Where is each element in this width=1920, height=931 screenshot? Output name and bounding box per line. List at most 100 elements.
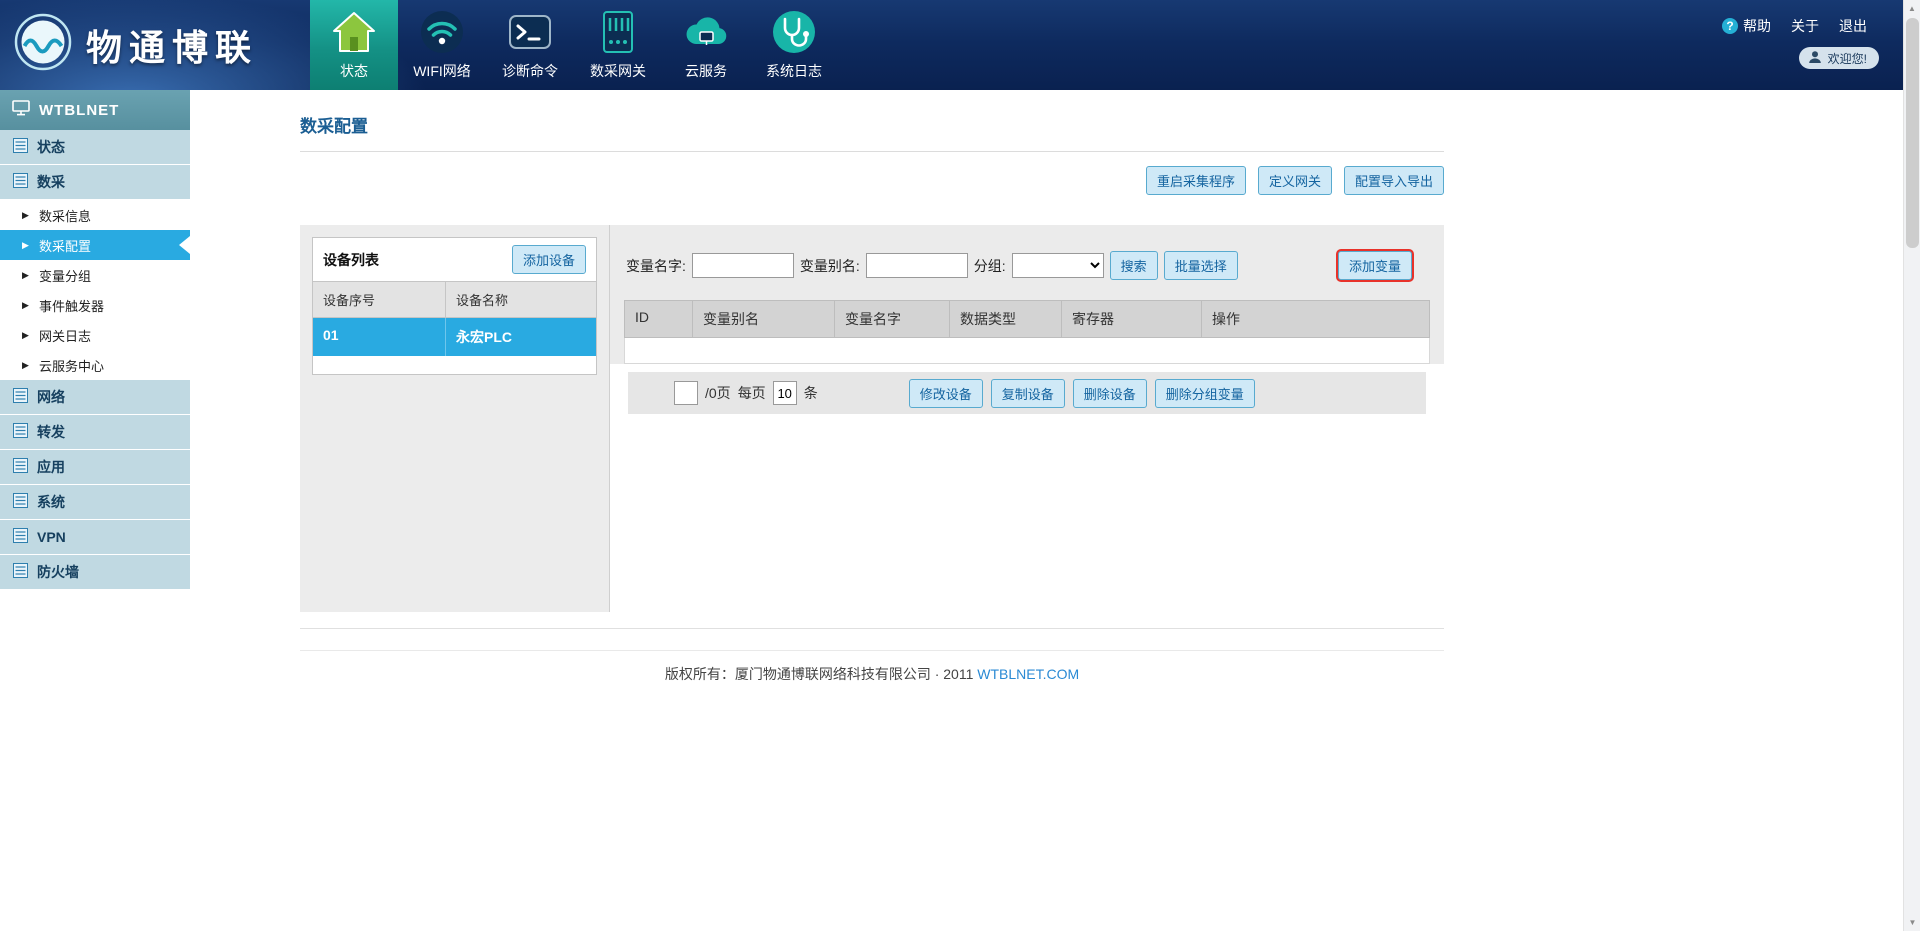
list-icon <box>13 388 28 406</box>
title-divider <box>300 151 1444 152</box>
help-link[interactable]: ? 帮助 <box>1722 16 1771 36</box>
tab-label: 诊断命令 <box>502 61 558 81</box>
tab-label: 状态 <box>340 61 368 81</box>
list-icon <box>13 138 28 156</box>
sidebar-item-firewall[interactable]: 防火墙 <box>0 555 190 590</box>
add-device-button[interactable]: 添加设备 <box>512 245 586 274</box>
cloud-icon <box>683 9 729 55</box>
device-list-panel: 设备列表 添加设备 设备序号 设备名称 01 永宏PLC <box>300 225 610 612</box>
list-icon <box>13 493 28 511</box>
copy-device-button[interactable]: 复制设备 <box>991 379 1065 408</box>
batch-select-button[interactable]: 批量选择 <box>1164 251 1238 280</box>
tab-status[interactable]: 状态 <box>310 0 398 90</box>
sidebar-item-label: 网关日志 <box>39 326 91 345</box>
device-col-serial: 设备序号 <box>313 282 446 317</box>
help-icon: ? <box>1722 18 1738 34</box>
page-scrollbar[interactable] <box>1903 0 1920 931</box>
logout-label: 退出 <box>1839 16 1867 36</box>
delete-device-button[interactable]: 删除设备 <box>1073 379 1147 408</box>
search-button[interactable]: 搜索 <box>1110 251 1158 280</box>
tab-system-log[interactable]: 系统日志 <box>750 0 838 90</box>
scrollbar-up-icon[interactable] <box>1904 0 1920 17</box>
page-input[interactable] <box>674 381 698 405</box>
sidebar-title: WTBLNET <box>39 102 119 119</box>
sidebar-item-variable-group[interactable]: 变量分组 <box>0 260 190 290</box>
config-import-export-button[interactable]: 配置导入导出 <box>1344 166 1444 195</box>
add-variable-button[interactable]: 添加变量 <box>1338 251 1412 280</box>
device-card-footer <box>313 356 596 374</box>
list-icon <box>13 423 28 441</box>
device-table-header: 设备序号 设备名称 <box>313 281 596 318</box>
sidebar-item-system[interactable]: 系统 <box>0 485 190 520</box>
tab-data-gateway[interactable]: 数采网关 <box>574 0 662 90</box>
tab-wifi-network[interactable]: WIFI网络 <box>398 0 486 90</box>
device-action-buttons: 修改设备 复制设备 删除设备 删除分组变量 <box>909 379 1255 408</box>
triangle-icon <box>22 300 32 311</box>
logo-globe-icon <box>14 13 72 76</box>
home-icon <box>331 9 377 55</box>
variables-table: ID 变量别名 变量名字 数据类型 寄存器 操作 <box>624 300 1430 364</box>
variables-search-row: 变量名字: 变量别名: 分组: 搜索 批量选择 添加变量 <box>610 251 1444 300</box>
about-label: 关于 <box>1791 16 1819 36</box>
sidebar-item-label: 转发 <box>37 422 65 442</box>
brand-logo: 物通博联 <box>14 13 258 76</box>
variables-search-block: 变量名字: 变量别名: 分组: 搜索 批量选择 添加变量 ID 变量别名 <box>610 225 1444 364</box>
footer-site-link[interactable]: WTBLNET.COM <box>977 666 1079 682</box>
sidebar-item-label: 网络 <box>37 387 65 407</box>
delete-group-vars-button[interactable]: 删除分组变量 <box>1155 379 1255 408</box>
define-gateway-button[interactable]: 定义网关 <box>1258 166 1332 195</box>
sidebar-item-label: 事件触发器 <box>39 296 104 315</box>
triangle-icon <box>22 270 32 281</box>
top-navigation: 状态 WIFI网络 诊断命令 <box>310 0 838 90</box>
sidebar-item-vpn[interactable]: VPN <box>0 520 190 555</box>
var-name-label: 变量名字: <box>626 256 686 276</box>
var-alias-input[interactable] <box>866 253 968 278</box>
group-select[interactable] <box>1012 253 1104 278</box>
gateway-server-icon <box>595 9 641 55</box>
tab-cloud-service[interactable]: 云服务 <box>662 0 750 90</box>
sidebar-item-data-acquisition[interactable]: 数采 <box>0 165 190 200</box>
sidebar-item-application[interactable]: 应用 <box>0 450 190 485</box>
sidebar-item-da-config[interactable]: 数采配置 <box>0 230 190 260</box>
scrollbar-thumb[interactable] <box>1906 18 1919 248</box>
var-name-input[interactable] <box>692 253 794 278</box>
sidebar-item-label: 状态 <box>37 137 65 157</box>
sidebar-item-gateway-log[interactable]: 网关日志 <box>0 320 190 350</box>
sidebar-item-label: 数采信息 <box>39 206 91 225</box>
sidebar-item-da-info[interactable]: 数采信息 <box>0 200 190 230</box>
sidebar-item-event-trigger[interactable]: 事件触发器 <box>0 290 190 320</box>
scrollbar-down-icon[interactable] <box>1904 914 1920 931</box>
sidebar: WTBLNET 状态 数采 数采信息 数采配置 变量分组 事件触发器 网关日志 … <box>0 90 190 931</box>
device-row[interactable]: 01 永宏PLC <box>313 318 596 356</box>
welcome-text: 欢迎您! <box>1828 50 1867 67</box>
sidebar-item-label: VPN <box>37 529 66 545</box>
sidebar-header: WTBLNET <box>0 90 190 130</box>
var-alias-label: 变量别名: <box>800 256 860 276</box>
per-page-input[interactable] <box>773 381 797 405</box>
modify-device-button[interactable]: 修改设备 <box>909 379 983 408</box>
help-label: 帮助 <box>1743 16 1771 36</box>
tab-diagnostic-command[interactable]: 诊断命令 <box>486 0 574 90</box>
tab-label: 系统日志 <box>766 61 822 81</box>
col-actions: 操作 <box>1202 301 1429 337</box>
sidebar-item-status[interactable]: 状态 <box>0 130 190 165</box>
sidebar-item-label: 变量分组 <box>39 266 91 285</box>
terminal-icon <box>507 9 553 55</box>
variables-panel: 变量名字: 变量别名: 分组: 搜索 批量选择 添加变量 ID 变量别名 <box>610 225 1444 612</box>
sidebar-item-label: 防火墙 <box>37 562 79 582</box>
copyright-text: 版权所有：厦门物通博联网络科技有限公司 · 2011 <box>665 666 974 682</box>
sidebar-item-forwarding[interactable]: 转发 <box>0 415 190 450</box>
sidebar-item-label: 应用 <box>37 457 65 477</box>
about-link[interactable]: 关于 <box>1791 16 1819 36</box>
sidebar-item-cloud-service-center[interactable]: 云服务中心 <box>0 350 190 380</box>
page-toolbar: 重启采集程序 定义网关 配置导入导出 <box>300 166 1444 195</box>
list-icon <box>13 528 28 546</box>
device-card: 设备列表 添加设备 设备序号 设备名称 01 永宏PLC <box>312 237 597 375</box>
welcome-badge[interactable]: 欢迎您! <box>1799 47 1879 69</box>
sidebar-item-network[interactable]: 网络 <box>0 380 190 415</box>
list-icon <box>13 173 28 191</box>
restart-collector-button[interactable]: 重启采集程序 <box>1146 166 1246 195</box>
config-panels: 设备列表 添加设备 设备序号 设备名称 01 永宏PLC <box>300 225 1444 612</box>
list-icon <box>13 458 28 476</box>
logout-link[interactable]: 退出 <box>1839 16 1867 36</box>
